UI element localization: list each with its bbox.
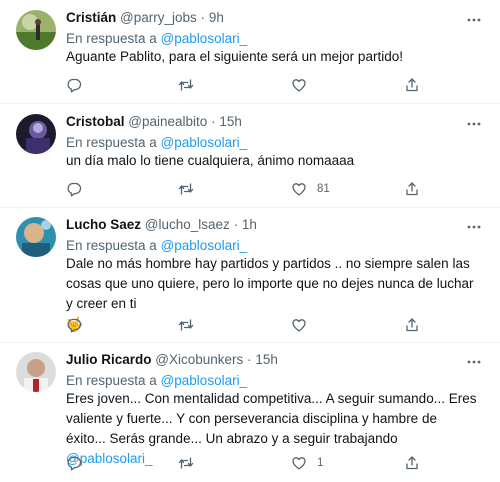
reply-mention-link[interactable]: @pablosolari_ (161, 31, 248, 46)
reply-mention-link[interactable]: @pablosolari_ (161, 238, 248, 253)
reply-prefix: En respuesta a (66, 238, 157, 253)
display-name[interactable]: Lucho Saez (66, 217, 141, 232)
tweet-header: Lucho Saez @lucho_lsaez · 1h (66, 216, 257, 234)
share-icon (406, 456, 418, 470)
like-icon (292, 183, 306, 196)
user-handle[interactable]: @Xicobunkers (155, 352, 243, 367)
avatar[interactable] (16, 10, 56, 50)
reply-button[interactable] (66, 316, 82, 334)
tweet-header: Cristián @parry_jobs · 9h (66, 9, 224, 27)
like-icon (292, 319, 306, 332)
separator: · (211, 114, 216, 129)
reply-mention-link[interactable]: @pablosolari_ (161, 135, 248, 150)
share-button[interactable] (404, 180, 420, 198)
reply-context: En respuesta a @pablosolari_ (66, 372, 247, 390)
retweet-icon (178, 183, 194, 195)
tweet[interactable]: Lucho Saez @lucho_lsaez · 1h En respuest… (0, 208, 500, 343)
tweet-actions: 81 (66, 180, 426, 198)
share-icon (406, 318, 418, 332)
like-count: 81 (317, 183, 330, 195)
reply-icon (67, 78, 82, 93)
reply-icon (67, 456, 82, 471)
retweet-icon (178, 79, 194, 91)
retweet-button[interactable] (178, 316, 194, 334)
tweet-text-body: Dale no más hombre hay partidos y partid… (66, 256, 474, 311)
avatar[interactable] (16, 114, 56, 154)
avatar[interactable] (16, 352, 56, 392)
more-options-icon[interactable] (466, 219, 482, 235)
like-button[interactable]: 1 (291, 454, 323, 472)
share-icon (406, 78, 418, 92)
reply-button[interactable] (66, 454, 82, 472)
retweet-button[interactable] (178, 454, 194, 472)
tweet-header: Cristobal @painealbito · 15h (66, 113, 242, 131)
separator: · (233, 217, 239, 232)
separator: · (247, 352, 252, 367)
reply-feed: Cristián @parry_jobs · 9h En respuesta a… (0, 0, 500, 482)
more-options-icon[interactable] (466, 354, 482, 370)
display-name[interactable]: Julio Ricardo (66, 352, 152, 367)
share-button[interactable] (404, 454, 420, 472)
retweet-icon (178, 319, 194, 331)
more-options-icon[interactable] (466, 116, 482, 132)
timestamp[interactable]: 15h (255, 352, 278, 367)
share-icon (406, 182, 418, 196)
tweet-text-body: Eres joven... Con mentalidad competitiva… (66, 391, 477, 446)
like-button[interactable]: 81 (291, 180, 330, 198)
timestamp[interactable]: 9h (209, 10, 224, 25)
reply-icon (67, 318, 82, 333)
more-options-icon[interactable] (466, 12, 482, 28)
retweet-button[interactable] (178, 180, 194, 198)
tweet-actions (66, 76, 426, 94)
like-button[interactable] (291, 76, 317, 94)
tweet-text: un día malo lo tiene cualquiera, ánimo n… (66, 153, 355, 168)
tweet[interactable]: Cristián @parry_jobs · 9h En respuesta a… (0, 0, 500, 104)
reply-prefix: En respuesta a (66, 31, 157, 46)
display-name[interactable]: Cristián (66, 10, 116, 25)
like-icon (292, 79, 306, 92)
retweet-icon (178, 457, 194, 469)
reply-icon (67, 182, 82, 197)
like-count: 1 (317, 457, 324, 469)
tweet-header: Julio Ricardo @Xicobunkers · 15h (66, 351, 278, 369)
user-handle[interactable]: @lucho_lsaez (145, 217, 230, 232)
reply-prefix: En respuesta a (66, 373, 157, 388)
tweet-text: Aguante Pablito, para el siguiente será … (66, 49, 403, 64)
display-name[interactable]: Cristobal (66, 114, 125, 129)
tweet-actions (66, 316, 426, 334)
timestamp[interactable]: 1h (242, 217, 257, 232)
tweet[interactable]: Cristobal @painealbito · 15h En respuest… (0, 104, 500, 208)
user-handle[interactable]: @parry_jobs (120, 10, 197, 25)
separator: · (200, 10, 206, 25)
retweet-button[interactable] (178, 76, 194, 94)
reply-mention-link[interactable]: @pablosolari_ (161, 373, 248, 388)
reply-context: En respuesta a @pablosolari_ (66, 237, 247, 255)
reply-prefix: En respuesta a (66, 135, 157, 150)
like-icon (292, 457, 306, 470)
reply-button[interactable] (66, 180, 82, 198)
timestamp[interactable]: 15h (219, 114, 242, 129)
share-button[interactable] (404, 76, 420, 94)
share-button[interactable] (404, 316, 420, 334)
like-button[interactable] (291, 316, 317, 334)
avatar[interactable] (16, 217, 56, 257)
user-handle[interactable]: @painealbito (128, 114, 207, 129)
reply-context: En respuesta a @pablosolari_ (66, 30, 247, 48)
reply-context: En respuesta a @pablosolari_ (66, 134, 247, 152)
tweet-actions: 1 (66, 454, 426, 472)
tweet[interactable]: Julio Ricardo @Xicobunkers · 15h En resp… (0, 343, 500, 482)
reply-button[interactable] (66, 76, 82, 94)
